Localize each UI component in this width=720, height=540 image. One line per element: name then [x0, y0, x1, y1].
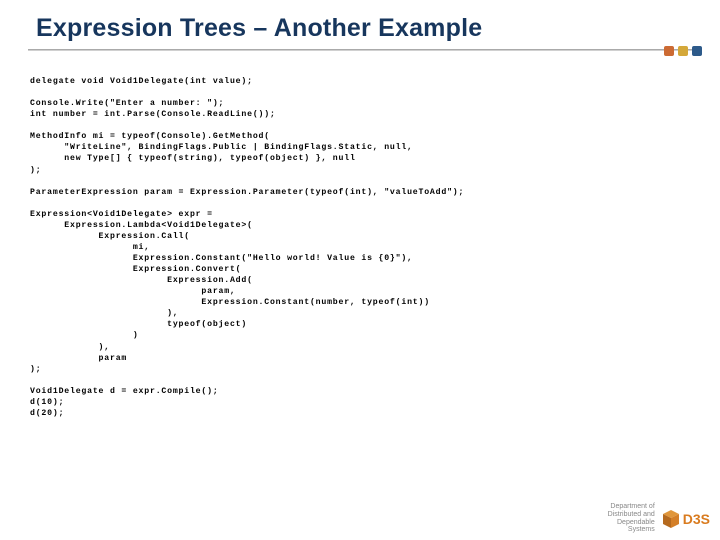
slide-title: Expression Trees – Another Example: [36, 14, 720, 43]
d3s-label: D3S: [683, 511, 710, 527]
dot-blue-icon: [692, 46, 702, 56]
dot-red-icon: [664, 46, 674, 56]
dot-yellow-icon: [678, 46, 688, 56]
decorative-dots: [664, 46, 702, 56]
footer: Department of Distributed and Dependable…: [608, 503, 710, 534]
footer-line: Department of: [608, 503, 655, 511]
footer-text: Department of Distributed and Dependable…: [608, 503, 655, 534]
footer-line: Systems: [608, 526, 655, 534]
footer-line: Dependable: [608, 519, 655, 527]
footer-line: Distributed and: [608, 511, 655, 519]
d3s-logo: D3S: [661, 509, 710, 529]
slide: Expression Trees – Another Example deleg…: [0, 0, 720, 540]
code-block: delegate void Void1Delegate(int value); …: [30, 76, 690, 419]
title-container: Expression Trees – Another Example: [0, 0, 720, 43]
cube-icon: [661, 509, 681, 529]
title-underline: [28, 49, 692, 51]
